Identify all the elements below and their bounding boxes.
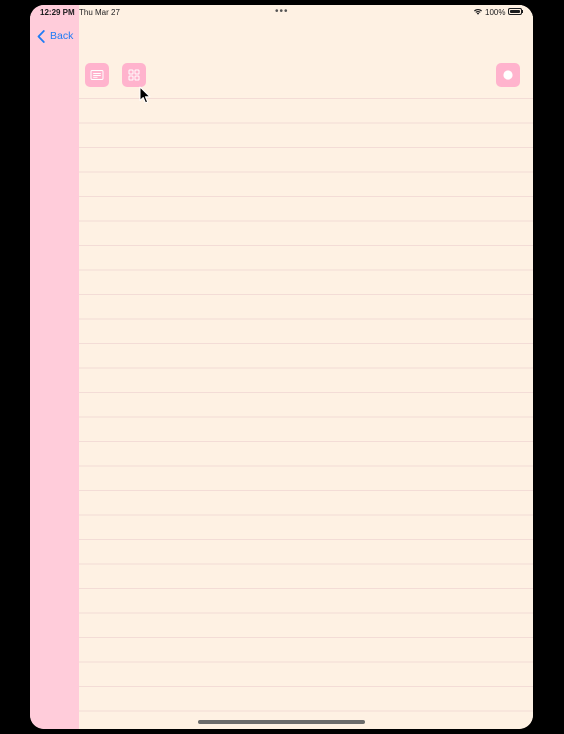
notebook-margin — [30, 5, 79, 729]
wifi-icon — [474, 8, 482, 15]
record-button[interactable] — [496, 63, 520, 87]
status-date: Thu Mar 27 — [79, 8, 120, 17]
grid-view-button[interactable] — [122, 63, 146, 87]
list-view-icon — [90, 70, 104, 80]
mouse-pointer-icon — [139, 86, 151, 104]
status-time: 12:29 PM — [40, 8, 75, 17]
record-icon — [503, 70, 513, 80]
status-bar: 12:29 PM Thu Mar 27 ••• 100% — [30, 5, 533, 21]
battery-percent: 100% — [485, 8, 506, 17]
list-view-button[interactable] — [85, 63, 109, 87]
grid-view-icon — [128, 69, 140, 81]
battery-full-icon — [508, 8, 522, 15]
home-indicator[interactable] — [198, 720, 365, 724]
back-button[interactable]: Back — [37, 28, 73, 44]
battery-tip — [522, 10, 523, 13]
back-label: Back — [50, 30, 74, 42]
chevron-left-icon — [37, 29, 45, 43]
lined-paper-canvas[interactable] — [79, 5, 533, 729]
multitask-dots[interactable]: ••• — [275, 6, 289, 17]
app-screen: 12:29 PM Thu Mar 27 ••• 100% Back — [30, 5, 533, 729]
